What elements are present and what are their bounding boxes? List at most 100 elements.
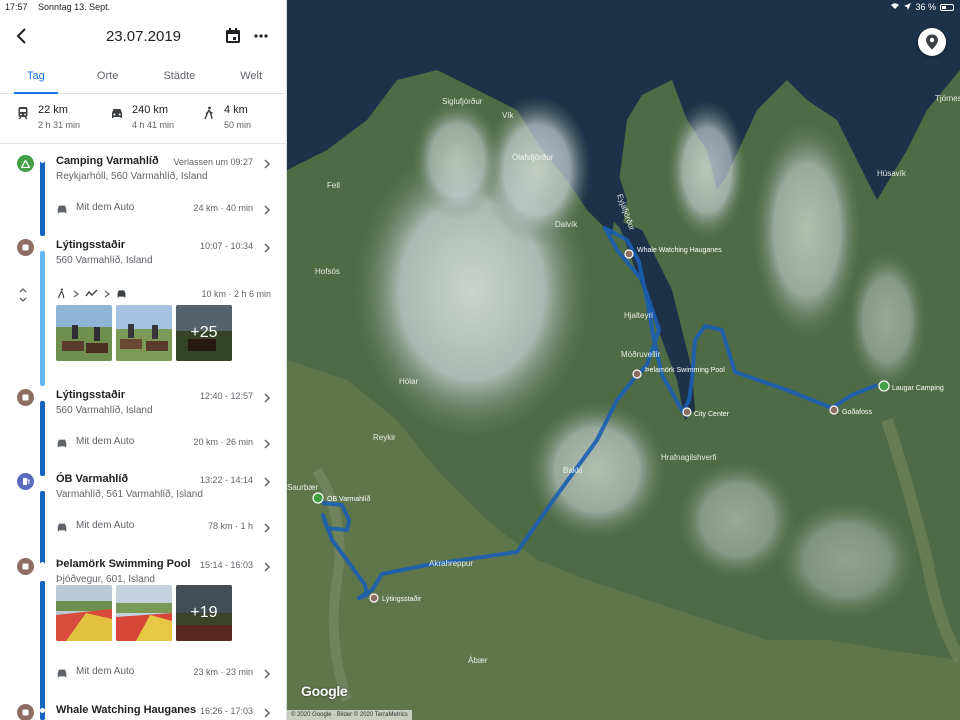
- timeline-place[interactable]: Camping Varmahlíð Verlassen um 09:27 Rey…: [0, 149, 286, 189]
- place-time: 16:26 - 17:03: [199, 706, 253, 716]
- chevron-right-icon: [264, 523, 271, 533]
- move-distance: 20 km · 26 min: [193, 437, 253, 447]
- tab-orte[interactable]: Orte: [72, 64, 144, 93]
- page-title: 23.07.2019: [105, 28, 182, 45]
- map-label: Tjörnes: [935, 94, 960, 103]
- place-address: Reykjarhóll, 560 Varmahlíð, Island: [56, 171, 208, 182]
- trend-icon: [85, 289, 98, 297]
- map-label: Möðruvellir: [621, 350, 660, 359]
- move-label: Mit dem Auto: [76, 436, 135, 447]
- summary-duration: 50 min: [224, 120, 252, 130]
- poi-label: Laugar Camping: [892, 385, 944, 392]
- place-name: ÓB Varmahlíð: [56, 473, 129, 485]
- photo-thumbnail[interactable]: [56, 585, 112, 641]
- timeline-panel: 23.07.2019 Tag Orte Städte Welt 22 km 2 …: [0, 0, 287, 720]
- photo-thumbnail[interactable]: +25: [176, 305, 232, 361]
- place-icon: [17, 239, 34, 256]
- poi-label: Whale Watching Hauganes: [637, 247, 722, 254]
- map-label: Hrafnagilshverfi: [661, 453, 717, 462]
- move-distance: 78 km · 1 h: [207, 521, 253, 531]
- summary-duration: 2 h 31 min: [38, 120, 81, 130]
- place-time: 13:22 - 14:14: [199, 475, 253, 485]
- place-icon: [17, 704, 34, 720]
- map-label: Bakki: [563, 466, 583, 475]
- place-address: 560 Varmahlíð, Island: [56, 255, 153, 266]
- timeline-multi-segment[interactable]: 10 km · 2 h 6 min: [0, 285, 286, 305]
- timeline-move[interactable]: Mit dem Auto 78 km · 1 h: [0, 515, 286, 539]
- photo-thumbnail[interactable]: [56, 305, 112, 361]
- timeline-move[interactable]: Mit dem Auto 20 km · 26 min: [0, 431, 286, 455]
- timeline-move[interactable]: Mit dem Auto 24 km · 40 min: [0, 197, 286, 221]
- car-icon: [112, 109, 122, 118]
- chevron-right-icon: [264, 243, 271, 253]
- place-time: Verlassen um 09:27: [173, 157, 253, 167]
- train-icon: [18, 107, 28, 120]
- chevron-right-icon: [264, 669, 271, 679]
- place-address: 560 Varmahlíð, Island: [56, 405, 153, 416]
- location-arrow-icon: [904, 2, 912, 12]
- location-button[interactable]: [918, 28, 946, 56]
- chevron-right-icon: [264, 205, 271, 215]
- timeline-place[interactable]: Whale Watching Hauganes 16:26 - 17:03: [0, 698, 286, 720]
- photo-thumbnail[interactable]: [116, 305, 172, 361]
- walk-icon: [57, 288, 65, 299]
- timeline: Camping Varmahlíð Verlassen um 09:27 Rey…: [0, 145, 286, 720]
- glacier: [847, 250, 927, 390]
- more-photos-count: +19: [176, 585, 232, 641]
- glacier: [527, 400, 667, 540]
- map-view[interactable]: Whale Watching Hauganes Þelamörk Swimmin…: [287, 0, 960, 720]
- place-address: Varmahlíð, 561 Varmahlíð, Island: [56, 489, 203, 500]
- satellite-map[interactable]: Whale Watching Hauganes Þelamörk Swimmin…: [287, 0, 960, 720]
- day-summary: 22 km 2 h 31 min 240 km 4 h 41 min 4 km …: [0, 98, 286, 144]
- map-label: Dalvík: [555, 220, 578, 229]
- map-label: Ólafsfjörður: [512, 153, 554, 162]
- tab-staedte[interactable]: Städte: [144, 64, 216, 93]
- place-name: Þelamörk Swimming Pool: [56, 558, 191, 570]
- summary-distance: 22 km: [38, 104, 68, 116]
- place-name: Lýtingsstaðir: [56, 389, 126, 401]
- campground-icon: [17, 155, 34, 172]
- glacier: [752, 120, 862, 340]
- gas-station-icon: [17, 473, 34, 490]
- timeline-place[interactable]: Lýtingsstaðir 10:07 - 10:34 560 Varmahlí…: [0, 233, 286, 273]
- timeline-place[interactable]: Lýtingsstaðir 12:40 - 12:57 560 Varmahlí…: [0, 383, 286, 423]
- tab-welt[interactable]: Welt: [215, 64, 286, 93]
- chevron-right-icon: [104, 290, 110, 297]
- photo-thumbnail[interactable]: +19: [176, 585, 232, 641]
- battery-percent: 36 %: [915, 2, 936, 12]
- place-address: Þjóðvegur, 601, Island: [56, 574, 155, 585]
- place-name: Whale Watching Hauganes: [56, 704, 197, 716]
- glacier: [777, 500, 917, 620]
- map-label: Húsavík: [877, 169, 907, 178]
- place-name: Lýtingsstaðir: [56, 239, 126, 251]
- calendar-icon[interactable]: [224, 27, 242, 45]
- more-photos-count: +25: [176, 305, 232, 361]
- glacier: [412, 100, 502, 220]
- move-label: Mit dem Auto: [76, 666, 135, 677]
- map-label: Vík: [502, 111, 515, 120]
- place-icon: [17, 558, 34, 575]
- tab-bar: Tag Orte Städte Welt: [0, 64, 286, 94]
- poi-label: City Center: [694, 411, 730, 418]
- summary-distance: 4 km: [224, 104, 248, 116]
- panel-header: 23.07.2019: [0, 22, 286, 52]
- summary-duration: 4 h 41 min: [132, 120, 175, 130]
- expand-icon[interactable]: [18, 287, 28, 303]
- place-icon: [17, 389, 34, 406]
- status-bar: 17:57 Sonntag 13. Sept. 36 %: [0, 0, 960, 14]
- tab-tag[interactable]: Tag: [0, 64, 72, 94]
- car-icon: [57, 205, 67, 214]
- map-label: Hjalteyri: [624, 311, 653, 320]
- more-options-icon[interactable]: [252, 27, 270, 45]
- car-icon: [117, 290, 126, 298]
- car-icon: [57, 523, 67, 532]
- google-logo: Google: [301, 683, 348, 699]
- timeline-place[interactable]: ÓB Varmahlíð 13:22 - 14:14 Varmahlíð, 56…: [0, 467, 286, 507]
- place-time: 12:40 - 12:57: [199, 391, 253, 401]
- chevron-right-icon: [264, 562, 271, 572]
- car-icon: [57, 439, 67, 448]
- timeline-move[interactable]: Mit dem Auto 23 km · 23 min: [0, 661, 286, 685]
- map-label: Ábær: [468, 656, 488, 665]
- photo-thumbnail[interactable]: [116, 585, 172, 641]
- map-label: Akrahreppur: [429, 559, 473, 568]
